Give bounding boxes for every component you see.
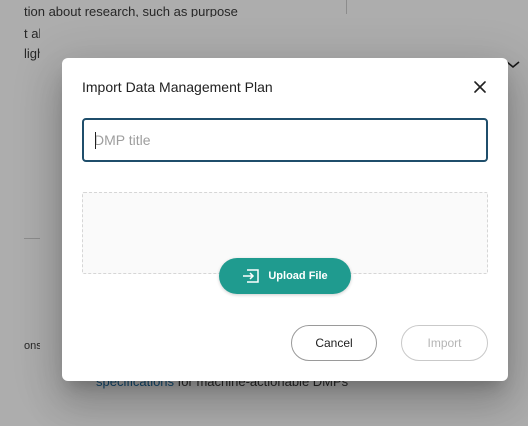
text-caret: [95, 132, 96, 149]
dmp-title-input[interactable]: [84, 120, 486, 160]
upload-file-label: Upload File: [268, 270, 328, 282]
close-button[interactable]: [470, 77, 490, 97]
import-dmp-dialog: Import Data Management Plan Upload File …: [62, 58, 508, 381]
dmp-title-field: [82, 118, 488, 162]
import-button[interactable]: Import: [401, 325, 488, 361]
upload-file-button[interactable]: Upload File: [219, 258, 351, 294]
dialog-title: Import Data Management Plan: [82, 79, 273, 95]
close-icon: [474, 81, 486, 93]
upload-file-icon: [242, 269, 260, 283]
cancel-button[interactable]: Cancel: [291, 325, 377, 361]
